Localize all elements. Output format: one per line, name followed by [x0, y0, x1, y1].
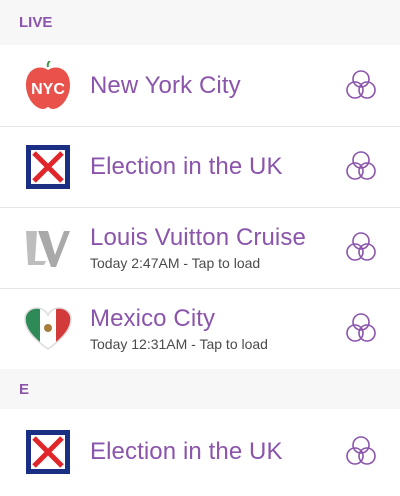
section-header-label: LIVE [19, 14, 53, 31]
section-header-e: E [0, 369, 400, 409]
story-title: Mexico City [90, 305, 216, 332]
story-row[interactable]: Election in the UK [0, 126, 400, 207]
story-subtitle: Today 2:47AM - Tap to load [90, 255, 261, 271]
mexico-heart-icon [23, 304, 73, 354]
story-title: Louis Vuitton Cruise [90, 224, 306, 251]
nyc-apple-icon: NYC [23, 60, 73, 111]
story-row[interactable]: Mexico City Today 12:31AM - Tap to load [0, 288, 400, 369]
story-title: Election in the UK [90, 153, 283, 180]
story-row[interactable]: Louis Vuitton Cruise Today 2:47AM - Tap … [0, 207, 400, 288]
story-row[interactable]: Election in the UK [0, 409, 400, 495]
story-ring-icon[interactable] [344, 312, 378, 346]
story-subtitle: Today 12:31AM - Tap to load [90, 336, 268, 352]
story-title: Election in the UK [90, 438, 283, 465]
story-ring-icon[interactable] [344, 69, 378, 103]
section-header-label: E [19, 380, 30, 398]
nyc-logo-text: NYC [31, 81, 65, 98]
ballot-x-icon [23, 142, 73, 192]
story-ring-icon[interactable] [344, 150, 378, 184]
story-title: New York City [90, 71, 241, 99]
section-header-live: LIVE [0, 0, 400, 45]
story-row[interactable]: NYC New York City [0, 45, 400, 126]
ballot-x-icon [23, 427, 73, 477]
lv-monogram-icon [23, 223, 73, 273]
story-ring-icon[interactable] [344, 231, 378, 265]
story-ring-icon[interactable] [344, 435, 378, 469]
